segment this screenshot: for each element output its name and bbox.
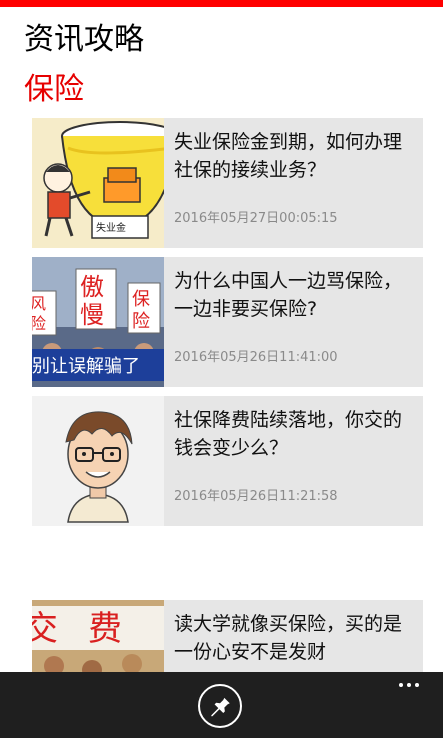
protest-signs-photo: 风 险 傲 慢 保 险 别让误解骗了	[32, 257, 164, 387]
article-date: 2016年05月26日11:21:58	[174, 489, 338, 504]
page: 资讯攻略 保险 失业金 失业保险金到期，如何办理社保的接续业务？ 2016年05…	[0, 0, 443, 738]
article-thumbnail: 失业金	[32, 118, 164, 248]
article-list: 失业金 失业保险金到期，如何办理社保的接续业务？ 2016年05月27日00:0…	[32, 0, 423, 738]
svg-text:费: 费	[88, 609, 122, 649]
svg-text:失业金: 失业金	[96, 221, 126, 234]
svg-text:风: 风	[32, 294, 46, 313]
pin-button[interactable]	[198, 684, 242, 728]
more-dot	[399, 683, 403, 687]
article-item[interactable]: 风 险 傲 慢 保 险 别让误解骗了 为什么中国人一边骂保险，一边非要买保险? …	[32, 257, 423, 387]
article-item[interactable]: 社保降费陆续落地，你交的钱会变少么？ 2016年05月26日11:21:58	[32, 396, 423, 526]
svg-text:交: 交	[32, 609, 58, 649]
more-dot	[407, 683, 411, 687]
svg-text:慢: 慢	[80, 301, 104, 329]
article-item[interactable]: 失业金 失业保险金到期，如何办理社保的接续业务？ 2016年05月27日00:0…	[32, 118, 423, 248]
article-title: 社保降费陆续落地，你交的钱会变少么？	[174, 409, 403, 459]
article-title: 失业保险金到期，如何办理社保的接续业务？	[174, 131, 403, 181]
svg-text:险: 险	[32, 314, 46, 333]
svg-text:保: 保	[132, 289, 150, 310]
article-thumbnail: 风 险 傲 慢 保 险 别让误解骗了	[32, 257, 164, 387]
svg-text:别让误解骗了: 别让误解骗了	[32, 356, 140, 377]
cartoon-man-glasses-illustration	[32, 396, 164, 526]
app-bar	[0, 672, 443, 738]
article-date: 2016年05月27日00:05:15	[174, 211, 338, 226]
more-dot	[415, 683, 419, 687]
article-title: 读大学就像买保险，买的是一份心安不是发财	[174, 613, 403, 663]
unemployment-bowl-illustration: 失业金	[32, 118, 164, 248]
article-thumbnail	[32, 396, 164, 526]
svg-text:险: 险	[132, 311, 150, 332]
article-date: 2016年05月26日11:41:00	[174, 350, 338, 365]
more-ellipsis-icon[interactable]	[387, 674, 431, 696]
svg-text:傲: 傲	[80, 273, 104, 301]
article-title: 为什么中国人一边骂保险，一边非要买保险?	[174, 270, 403, 320]
pin-icon	[211, 696, 230, 717]
